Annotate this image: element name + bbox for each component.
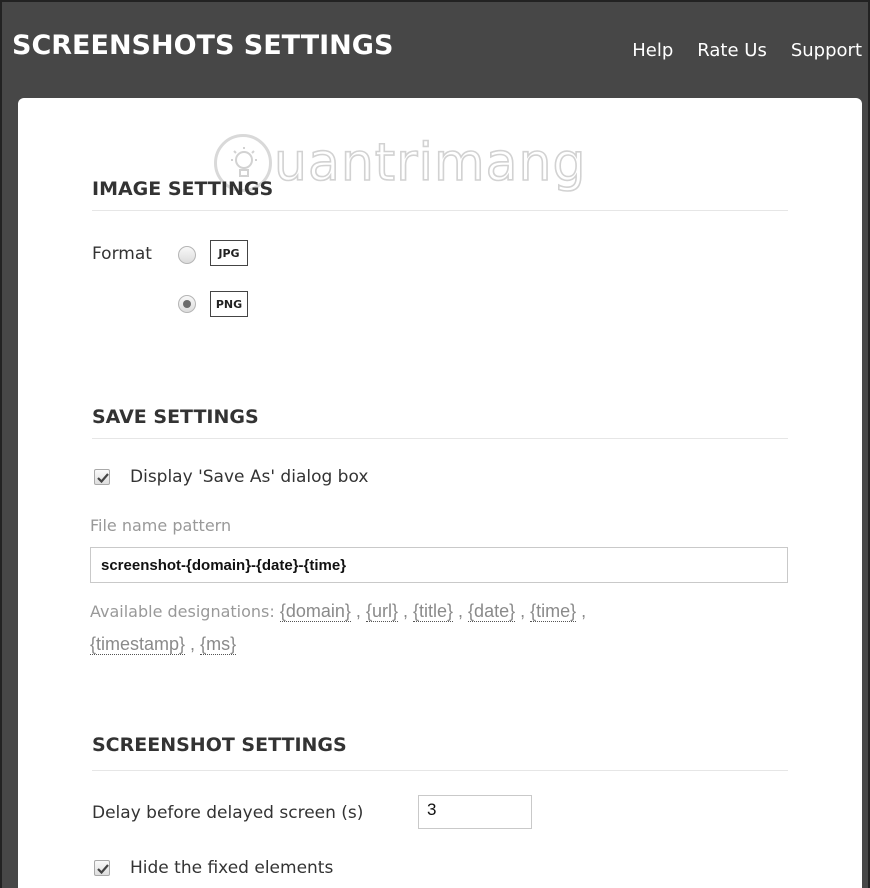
designation-timestamp[interactable]: {timestamp} [90, 634, 186, 655]
settings-panel: uantrimang IMAGE SETTINGS Format JPG PNG… [18, 98, 862, 888]
designations-label: Available designations: [90, 602, 275, 621]
delay-input[interactable]: 3 [418, 795, 532, 829]
rate-us-link[interactable]: Rate Us [697, 40, 767, 61]
app-header: SCREENSHOTS SETTINGS Help Rate Us Suppor… [0, 0, 870, 98]
top-nav: Help Rate Us Support [632, 40, 862, 61]
hide-fixed-checkbox[interactable] [94, 860, 110, 876]
divider [92, 770, 788, 771]
designation-time[interactable]: {time} [530, 601, 577, 622]
screenshot-settings-title: SCREENSHOT SETTINGS [92, 734, 347, 756]
designation-date[interactable]: {date} [468, 601, 516, 622]
designation-ms[interactable]: {ms} [200, 634, 237, 655]
file-name-pattern-label: File name pattern [90, 516, 232, 535]
file-name-pattern-input[interactable]: screenshot-{domain}-{date}-{time} [90, 547, 788, 583]
png-radio[interactable] [178, 295, 196, 313]
hide-fixed-label: Hide the fixed elements [130, 858, 334, 878]
image-settings-title: IMAGE SETTINGS [92, 178, 274, 200]
designation-domain[interactable]: {domain} [279, 601, 351, 622]
watermark-text: uantrimang [273, 132, 587, 194]
format-label: Format [92, 244, 152, 264]
designation-url[interactable]: {url} [365, 601, 398, 622]
app-title: SCREENSHOTS SETTINGS [12, 30, 394, 61]
designation-title[interactable]: {title} [412, 601, 454, 622]
png-badge: PNG [210, 291, 248, 317]
divider [92, 210, 788, 211]
jpg-badge: JPG [210, 240, 248, 266]
delay-label: Delay before delayed screen (s) [92, 803, 364, 823]
save-settings-title: SAVE SETTINGS [92, 406, 259, 428]
save-as-label: Display 'Save As' dialog box [130, 467, 369, 487]
available-designations: Available designations: {domain} , {url}… [90, 601, 587, 655]
divider [92, 438, 788, 439]
help-link[interactable]: Help [632, 40, 673, 61]
save-as-checkbox[interactable] [94, 469, 110, 485]
jpg-radio[interactable] [178, 246, 196, 264]
support-link[interactable]: Support [791, 40, 862, 61]
